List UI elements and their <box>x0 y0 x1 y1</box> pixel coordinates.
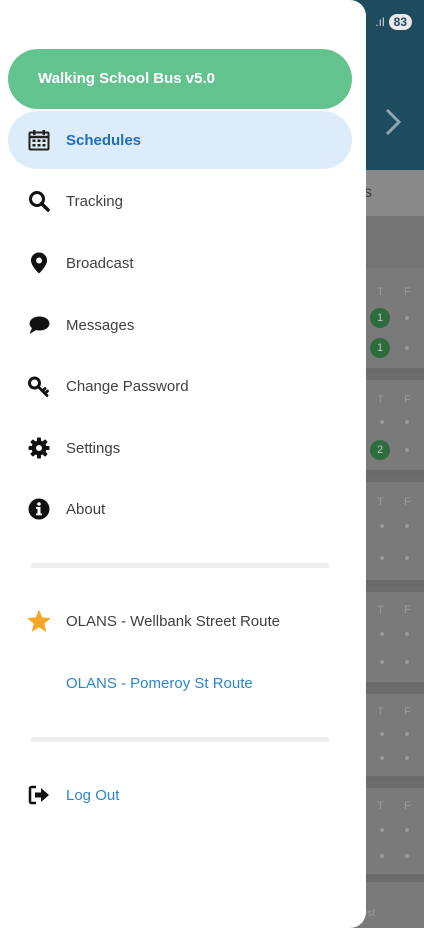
star-icon <box>26 608 52 634</box>
nav-item-label: Change Password <box>66 377 189 395</box>
logout-button[interactable]: Log Out <box>8 770 352 820</box>
nav-item-label: Schedules <box>66 131 142 149</box>
route-label: OLANS - Pomeroy St Route <box>66 674 253 692</box>
logout-label: Log Out <box>66 786 120 804</box>
battery-badge: 83 <box>388 14 412 30</box>
count-badge: 1 <box>370 338 390 358</box>
nav-item-broadcast[interactable]: Broadcast <box>8 234 352 292</box>
divider <box>31 737 329 742</box>
nav-item-about[interactable]: About <box>8 480 352 538</box>
nav-item-label: Broadcast <box>66 254 134 272</box>
chat-bubble-icon <box>26 312 52 338</box>
route-item-pomeroy[interactable]: OLANS - Pomeroy St Route <box>8 658 352 708</box>
key-icon <box>26 373 52 399</box>
nav-item-label: About <box>66 500 106 518</box>
chevron-right-icon[interactable] <box>382 104 404 140</box>
count-badge: 1 <box>370 308 390 328</box>
nav-item-label: Messages <box>66 316 135 334</box>
signal-icon: .ıl <box>375 15 385 29</box>
gear-icon <box>26 435 52 461</box>
nav-item-settings[interactable]: Settings <box>8 419 352 477</box>
navigation-drawer: Walking School Bus v5.0 Schedules Tracki… <box>0 0 366 928</box>
nav-item-label: Tracking <box>66 192 123 210</box>
sign-out-icon <box>26 782 52 808</box>
nav-item-change-password[interactable]: Change Password <box>8 357 352 415</box>
map-marker-icon <box>26 250 52 276</box>
status-bar: .ıl 83 <box>375 14 412 30</box>
route-item-wellbank[interactable]: OLANS - Wellbank Street Route <box>8 596 352 646</box>
calendar-icon <box>26 127 52 153</box>
divider <box>31 563 329 568</box>
nav-item-schedules[interactable]: Schedules <box>8 111 352 169</box>
search-icon <box>26 188 52 214</box>
nav-item-tracking[interactable]: Tracking <box>8 172 352 230</box>
info-icon <box>26 496 52 522</box>
route-label: OLANS - Wellbank Street Route <box>66 612 280 630</box>
nav-item-label: Settings <box>66 439 121 457</box>
nav-item-messages[interactable]: Messages <box>8 296 352 354</box>
count-badge: 2 <box>370 440 390 460</box>
drawer-header: Walking School Bus v5.0 <box>8 49 352 109</box>
